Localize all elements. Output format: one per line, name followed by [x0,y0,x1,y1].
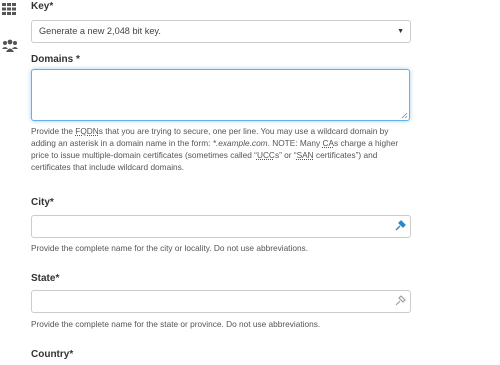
city-help-text: Provide the complete name for the city o… [31,243,309,253]
country-label: Country* [31,349,74,360]
fqdn-abbr: FQDN [75,126,99,136]
ucc-abbr: UCC [256,150,275,160]
chevron-down-icon: ▼ [397,28,404,35]
users-icon[interactable] [2,39,18,53]
grid-icon[interactable] [2,3,16,15]
resize-grip-icon[interactable] [401,112,408,119]
example-domain: *.example.com [212,138,268,148]
autofill-pin-icon[interactable] [394,220,406,232]
city-input[interactable] [31,215,411,238]
key-select[interactable]: Generate a new 2,048 bit key. ▼ [31,20,411,43]
state-help-text: Provide the complete name for the state … [31,319,321,329]
ca-abbr: CA [322,138,334,148]
sidebar [0,0,22,365]
state-label: State* [31,273,60,284]
domains-help-text: Provide the FQDNs that you are trying to… [31,126,399,172]
autofill-pin-icon[interactable] [394,295,406,307]
key-selected-value: Generate a new 2,048 bit key. [39,26,161,36]
domains-textarea[interactable] [31,69,410,121]
domains-label: Domains * [31,54,80,65]
city-label: City* [31,197,54,208]
san-abbr: SAN [296,150,314,160]
key-label: Key* [31,1,54,12]
state-input[interactable] [31,290,411,313]
